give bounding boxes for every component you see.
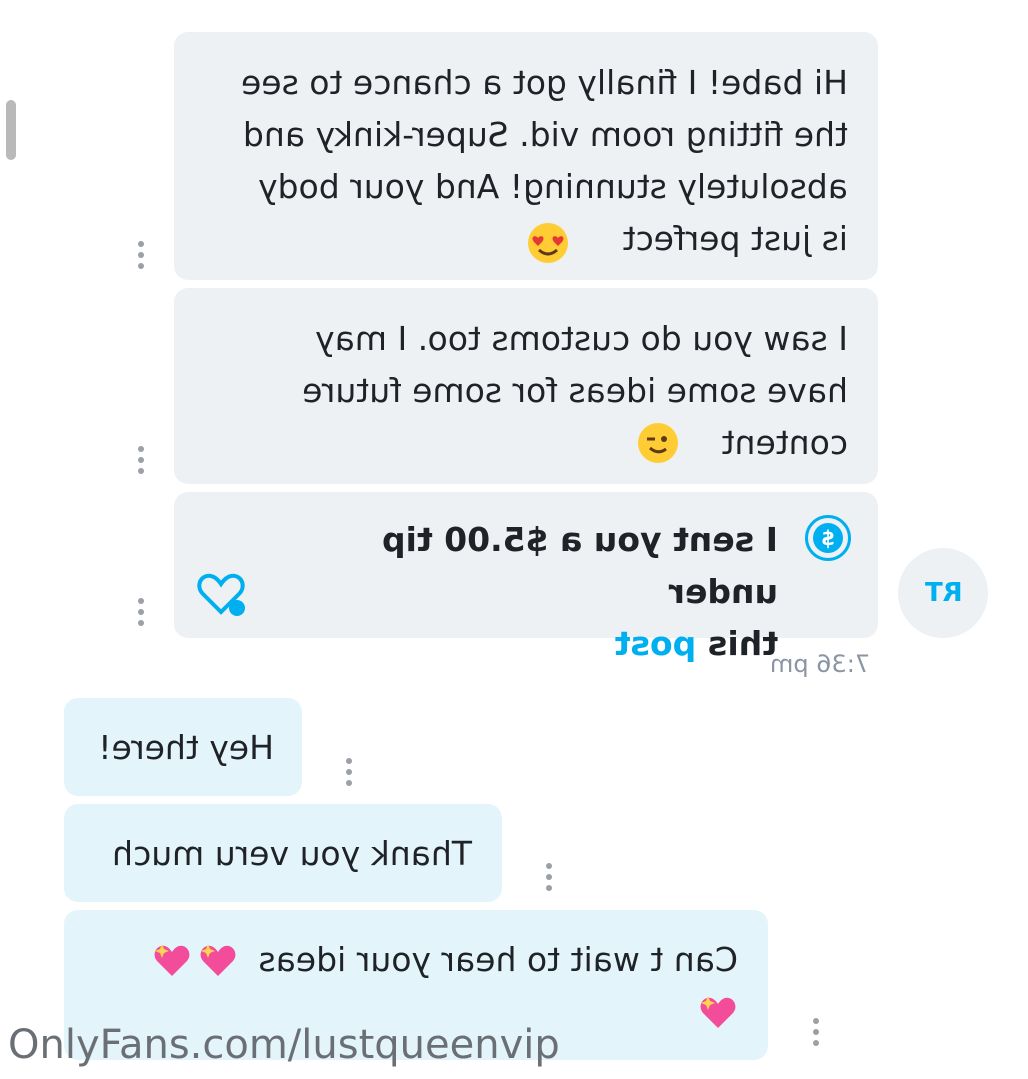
message-text: I saw you do customs too. I may have som… (302, 319, 848, 462)
avatar[interactable]: RT (898, 548, 988, 638)
wink-emoji-icon (638, 423, 678, 463)
post-link[interactable]: post (615, 624, 697, 663)
outgoing-message-bubble[interactable]: Hey there! (64, 698, 302, 796)
outgoing-message-bubble[interactable]: Thank you veru much (64, 804, 502, 902)
sparkling-heart-emoji-icon (152, 940, 192, 980)
message-options-icon[interactable] (137, 598, 145, 626)
incoming-message-bubble[interactable]: Hi babe! I finally got a chance to see t… (174, 32, 878, 280)
message-text: Hey there! (98, 728, 274, 767)
message-options-icon[interactable] (345, 758, 353, 786)
message-timestamp: 7:36 pm (770, 650, 871, 678)
incoming-message-bubble[interactable]: I saw you do customs too. I may have som… (174, 288, 878, 484)
sparkling-heart-emoji-icon (698, 992, 738, 1032)
message-text: Can t wait to hear your ideas (258, 940, 738, 979)
tip-message-bubble[interactable]: I sent you a $5.00 tip under this post (174, 492, 878, 663)
tip-text: I sent you a $5.00 tip under this (381, 520, 778, 663)
heart-eyes-emoji-icon (528, 223, 568, 263)
message-options-icon[interactable] (137, 446, 145, 474)
avatar-initials: RT (923, 578, 963, 608)
heart-plus-icon[interactable] (195, 570, 247, 618)
message-options-icon[interactable] (812, 1018, 820, 1046)
message-options-icon[interactable] (137, 241, 145, 269)
message-options-icon[interactable] (545, 863, 553, 891)
message-text: Hi babe! I finally got a chance to see t… (241, 63, 848, 258)
watermark: OnlyFans.com/lustqueenvip (8, 1022, 560, 1068)
scrollbar-thumb[interactable] (6, 100, 16, 160)
sparkling-heart-emoji-icon (198, 940, 238, 980)
message-text: Thank you veru much (112, 834, 472, 873)
dollar-icon: $ (805, 515, 851, 561)
